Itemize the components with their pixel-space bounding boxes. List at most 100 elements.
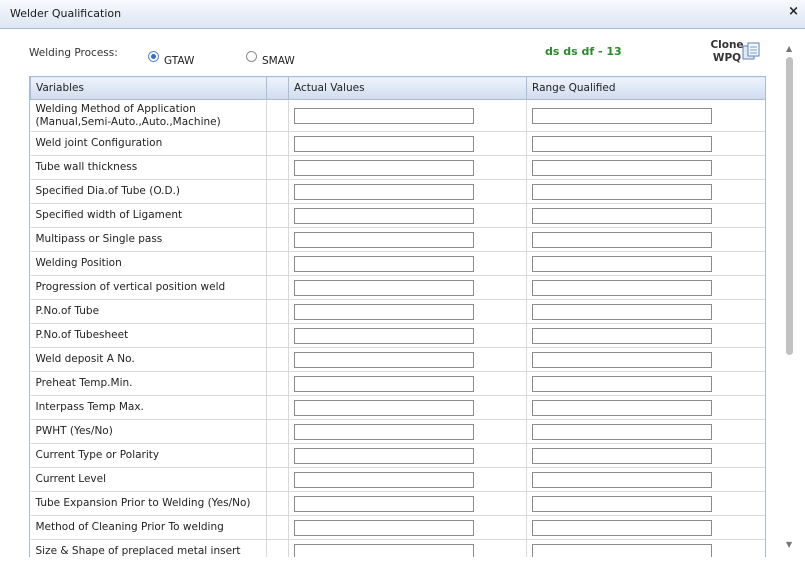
table-header-row: Variables Actual Values Range Qualified	[30, 76, 765, 100]
variable-label: Welding Method of Application (Manual,Se…	[30, 99, 267, 132]
actual-value-cell	[288, 467, 527, 492]
variable-label: PWHT (Yes/No)	[30, 419, 267, 444]
header-actual-values: Actual Values	[288, 76, 527, 100]
scroll-thumb[interactable]	[786, 57, 793, 355]
actual-value-input[interactable]	[294, 107, 474, 124]
gtaw-radio-label[interactable]: GTAW	[164, 55, 194, 67]
actual-value-input[interactable]	[294, 135, 474, 152]
table-body: Welding Method of Application (Manual,Se…	[30, 99, 765, 557]
range-qualified-input[interactable]	[532, 399, 712, 416]
range-qualified-cell	[526, 371, 765, 396]
actual-value-cell	[288, 131, 527, 156]
actual-value-input[interactable]	[294, 159, 474, 176]
row-spacer-cell	[266, 419, 289, 444]
range-qualified-input[interactable]	[532, 447, 712, 464]
range-qualified-input[interactable]	[532, 543, 712, 557]
row-spacer-cell	[266, 275, 289, 300]
actual-value-cell	[288, 179, 527, 204]
range-qualified-input[interactable]	[532, 495, 712, 512]
actual-value-cell	[288, 371, 527, 396]
qualification-grid: Variables Actual Values Range Qualified …	[29, 76, 766, 557]
range-qualified-input[interactable]	[532, 423, 712, 440]
actual-value-input[interactable]	[294, 255, 474, 272]
range-qualified-cell	[526, 395, 765, 420]
range-qualified-cell	[526, 131, 765, 156]
table-row: Weld joint Configuration	[30, 131, 765, 156]
range-qualified-input[interactable]	[532, 279, 712, 296]
table-row: Multipass or Single pass	[30, 227, 765, 252]
actual-value-input[interactable]	[294, 303, 474, 320]
header-variables: Variables	[30, 76, 267, 100]
variable-label: Specified Dia.of Tube (O.D.)	[30, 179, 267, 204]
range-qualified-input[interactable]	[532, 519, 712, 536]
range-qualified-input[interactable]	[532, 135, 712, 152]
vertical-scrollbar[interactable]: ▲ ▼	[783, 40, 797, 556]
actual-value-cell	[288, 275, 527, 300]
variable-label: Multipass or Single pass	[30, 227, 267, 252]
row-spacer-cell	[266, 203, 289, 228]
actual-value-cell	[288, 539, 527, 557]
actual-value-cell	[288, 299, 527, 324]
row-spacer-cell	[266, 347, 289, 372]
scroll-up-icon[interactable]: ▲	[786, 44, 792, 53]
actual-value-input[interactable]	[294, 543, 474, 557]
table-row: Tube Expansion Prior to Welding (Yes/No)	[30, 491, 765, 516]
actual-value-input[interactable]	[294, 231, 474, 248]
welding-process-label: Welding Process:	[29, 47, 118, 59]
row-spacer-cell	[266, 443, 289, 468]
range-qualified-input[interactable]	[532, 159, 712, 176]
range-qualified-input[interactable]	[532, 471, 712, 488]
range-qualified-input[interactable]	[532, 183, 712, 200]
row-spacer-cell	[266, 323, 289, 348]
actual-value-input[interactable]	[294, 447, 474, 464]
actual-value-input[interactable]	[294, 183, 474, 200]
clone-document-icon	[742, 42, 760, 60]
range-qualified-cell	[526, 99, 765, 132]
actual-value-input[interactable]	[294, 279, 474, 296]
smaw-radio[interactable]	[246, 51, 257, 62]
range-qualified-input[interactable]	[532, 375, 712, 392]
range-qualified-cell	[526, 203, 765, 228]
close-icon[interactable]: ×	[788, 4, 799, 19]
range-qualified-input[interactable]	[532, 327, 712, 344]
range-qualified-input[interactable]	[532, 351, 712, 368]
range-qualified-input[interactable]	[532, 231, 712, 248]
actual-value-input[interactable]	[294, 423, 474, 440]
actual-value-cell	[288, 99, 527, 132]
wpq-code: ds ds df - 13	[545, 45, 622, 58]
range-qualified-input[interactable]	[532, 207, 712, 224]
actual-value-input[interactable]	[294, 495, 474, 512]
actual-value-input[interactable]	[294, 327, 474, 344]
range-qualified-cell	[526, 539, 765, 557]
range-qualified-cell	[526, 419, 765, 444]
actual-value-input[interactable]	[294, 471, 474, 488]
scroll-down-icon[interactable]: ▼	[786, 540, 792, 549]
range-qualified-input[interactable]	[532, 303, 712, 320]
table-row: Current Type or Polarity	[30, 443, 765, 468]
row-spacer-cell	[266, 299, 289, 324]
range-qualified-cell	[526, 443, 765, 468]
table-row: Weld deposit A No.	[30, 347, 765, 372]
table-row: Tube wall thickness	[30, 155, 765, 180]
gtaw-radio[interactable]	[148, 51, 159, 62]
actual-value-input[interactable]	[294, 399, 474, 416]
actual-value-input[interactable]	[294, 207, 474, 224]
variable-label: Method of Cleaning Prior To welding	[30, 515, 267, 540]
actual-value-input[interactable]	[294, 351, 474, 368]
range-qualified-cell	[526, 179, 765, 204]
clone-label-line1: Clone	[710, 39, 744, 51]
range-qualified-cell	[526, 227, 765, 252]
row-spacer-cell	[266, 395, 289, 420]
table-row: Welding Position	[30, 251, 765, 276]
range-qualified-input[interactable]	[532, 107, 712, 124]
actual-value-cell	[288, 419, 527, 444]
actual-value-input[interactable]	[294, 375, 474, 392]
actual-value-cell	[288, 203, 527, 228]
smaw-radio-label[interactable]: SMAW	[262, 55, 295, 67]
actual-value-input[interactable]	[294, 519, 474, 536]
actual-value-cell	[288, 347, 527, 372]
clone-wpq-button[interactable]: Clone WPQ	[709, 39, 765, 67]
row-spacer-cell	[266, 539, 289, 557]
range-qualified-input[interactable]	[532, 255, 712, 272]
header-range-qualified: Range Qualified	[526, 76, 765, 100]
